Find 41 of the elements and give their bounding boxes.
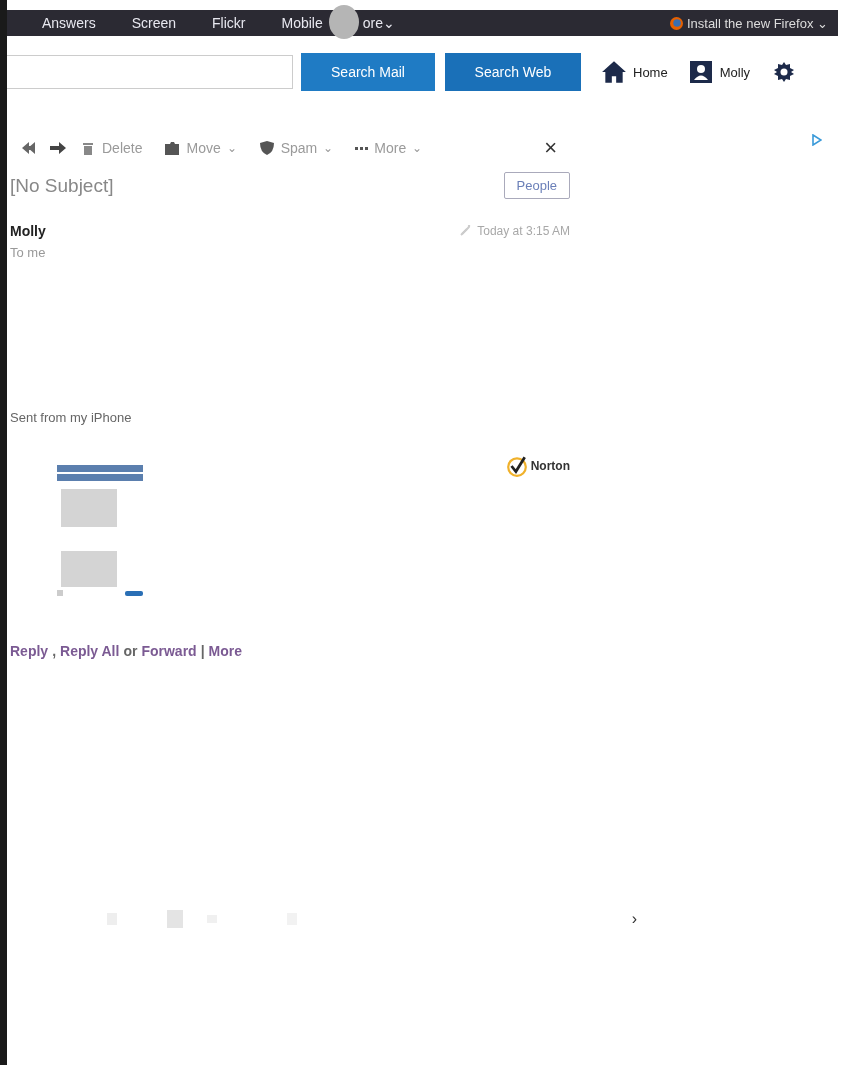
reply-action-link[interactable]: More (208, 643, 242, 659)
toolbar-button[interactable]: More ⌄ (355, 140, 423, 156)
nav-link[interactable]: Mobile (281, 15, 323, 31)
sender-name: Molly (10, 223, 46, 239)
message-subject: [No Subject] (10, 174, 114, 197)
next-arrow[interactable]: › (631, 910, 637, 928)
checkmark-icon (505, 455, 528, 477)
separator-text: or (123, 643, 138, 659)
search-field[interactable] (7, 55, 293, 89)
globe-icon (669, 16, 683, 30)
reply-action-link[interactable]: Forward (141, 643, 197, 659)
timestamp: Today at 3:15 AM (477, 224, 570, 238)
home-icon (601, 60, 627, 84)
profile-link[interactable]: Molly (687, 60, 751, 84)
shield-icon (258, 140, 275, 156)
nav-link[interactable]: Flickr (212, 15, 246, 31)
reply-action-link[interactable]: Reply (10, 643, 49, 659)
home-link[interactable]: Home (601, 60, 668, 84)
nav-link[interactable]: ore⌄ (362, 15, 395, 31)
firefox-promo-link[interactable]: Install the new Firefox ⌄ (669, 15, 828, 31)
reply-forward-icon[interactable] (22, 141, 66, 155)
search-mail-button[interactable]: Search Mail (301, 53, 435, 91)
toolbar-button[interactable]: Spam ⌄ (258, 140, 334, 156)
nav-link[interactable]: Screen (131, 15, 177, 31)
separator-text: | (200, 643, 205, 659)
dots-icon (355, 146, 369, 150)
search-web-button[interactable]: Search Web (445, 53, 581, 91)
play-icon[interactable] (812, 134, 822, 146)
norton-label: Norton (530, 459, 570, 473)
recipient-line: To me (10, 245, 47, 260)
trash-icon (80, 140, 96, 156)
cursor-circle (328, 5, 359, 39)
people-button[interactable]: People (503, 172, 570, 199)
close-button[interactable]: × (544, 135, 558, 161)
reply-action-link[interactable]: Reply All (60, 643, 120, 659)
toolbar-button[interactable]: Move ⌄ (164, 140, 237, 156)
folder-icon (164, 140, 181, 156)
person-icon (687, 60, 714, 84)
separator-text: , (52, 643, 56, 659)
nav-link[interactable]: Answers (42, 15, 96, 31)
message-body: Sent from my iPhone (10, 410, 133, 425)
